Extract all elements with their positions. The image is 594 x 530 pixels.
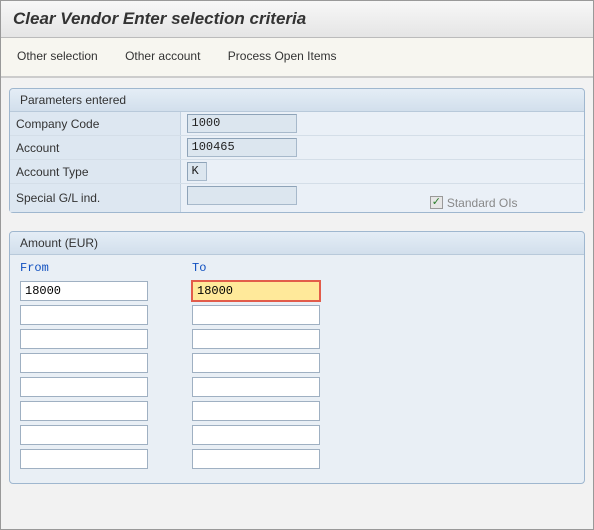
menu-other-selection[interactable]: Other selection — [5, 46, 110, 66]
parameters-panel-header: Parameters entered — [10, 89, 584, 112]
account-type-label: Account Type — [10, 160, 180, 184]
amount-row — [20, 377, 574, 397]
standard-ois-checkbox: ✓ Standard OIs — [430, 196, 518, 210]
from-input[interactable] — [20, 449, 148, 469]
amount-rows — [20, 281, 574, 469]
amount-row — [20, 425, 574, 445]
parameters-panel: Parameters entered Company Code 1000 Acc… — [9, 88, 585, 213]
from-input[interactable] — [20, 305, 148, 325]
to-input[interactable] — [192, 401, 320, 421]
from-input[interactable] — [20, 377, 148, 397]
company-code-label: Company Code — [10, 112, 180, 136]
standard-ois-label: Standard OIs — [447, 196, 518, 210]
from-input[interactable] — [20, 401, 148, 421]
to-input[interactable] — [192, 305, 320, 325]
account-field: 100465 — [187, 138, 297, 157]
amount-row — [20, 449, 574, 469]
app-frame: Clear Vendor Enter selection criteria Ot… — [0, 0, 594, 530]
menu-process-open-items[interactable]: Process Open Items — [216, 46, 349, 66]
amount-panel-body: From To — [10, 255, 584, 483]
from-input[interactable] — [20, 353, 148, 373]
page-title: Clear Vendor Enter selection criteria — [13, 9, 306, 28]
amount-panel-header: Amount (EUR) — [10, 232, 584, 255]
to-input[interactable] — [192, 281, 320, 301]
amount-row — [20, 305, 574, 325]
amount-row — [20, 329, 574, 349]
from-input[interactable] — [20, 425, 148, 445]
content-area: Parameters entered Company Code 1000 Acc… — [1, 78, 593, 512]
account-label: Account — [10, 136, 180, 160]
amount-row — [20, 281, 574, 301]
special-gl-field — [187, 186, 297, 205]
menu-bar: Other selection Other account Process Op… — [1, 38, 593, 78]
company-code-field: 1000 — [187, 114, 297, 133]
special-gl-label: Special G/L ind. — [10, 184, 180, 212]
to-input[interactable] — [192, 425, 320, 445]
from-input[interactable] — [20, 281, 148, 301]
from-column-label: From — [20, 261, 192, 275]
account-type-field: K — [187, 162, 207, 181]
from-input[interactable] — [20, 329, 148, 349]
to-input[interactable] — [192, 449, 320, 469]
to-input[interactable] — [192, 329, 320, 349]
menu-other-account[interactable]: Other account — [113, 46, 212, 66]
amount-row — [20, 401, 574, 421]
check-icon: ✓ — [430, 196, 443, 209]
parameters-panel-body: Company Code 1000 Account 100465 Account… — [10, 112, 584, 212]
to-column-label: To — [192, 261, 364, 275]
to-input[interactable] — [192, 353, 320, 373]
amount-row — [20, 353, 574, 373]
to-input[interactable] — [192, 377, 320, 397]
amount-panel: Amount (EUR) From To — [9, 231, 585, 484]
title-bar: Clear Vendor Enter selection criteria — [1, 1, 593, 38]
